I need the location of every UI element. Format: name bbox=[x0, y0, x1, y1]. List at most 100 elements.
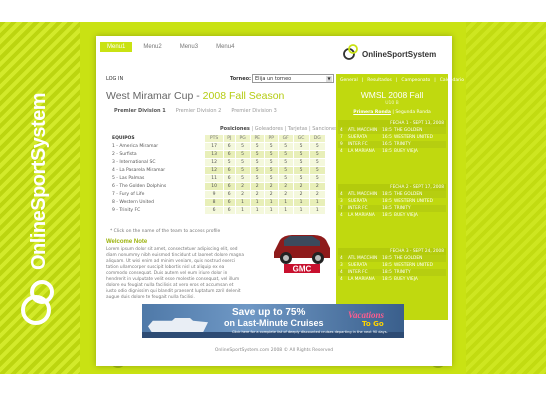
match-row[interactable]: 4 ATL MACCHIN 18:5 THE GOLDEN bbox=[338, 191, 446, 198]
match-score: 18:5 bbox=[382, 270, 392, 275]
match-row[interactable]: 4 LA MARIANA 18:5 BUEY VIEJA bbox=[338, 276, 446, 283]
nav-item-menu2[interactable]: Menu2 bbox=[136, 42, 168, 52]
tab-tarjetas[interactable]: Tarjetas bbox=[288, 126, 307, 132]
match-row[interactable]: 4 ATL MACCHIN 18:5 THE GOLDEN bbox=[338, 255, 446, 262]
side-logo-text: OnlineSportSystem bbox=[28, 92, 50, 270]
team-name-link[interactable]: 1 - America Miramar bbox=[109, 142, 206, 151]
tab-general[interactable]: General bbox=[340, 78, 358, 83]
stat-cell: 6 bbox=[222, 206, 236, 215]
team-name-link[interactable]: 9 - Trinity FC bbox=[109, 206, 206, 215]
stat-cell: 5 bbox=[263, 166, 279, 175]
team-name-link[interactable]: 7 - Fury of Life bbox=[109, 190, 206, 199]
chevron-down-icon[interactable]: ▼ bbox=[326, 76, 332, 82]
tab-division-1[interactable]: Premier Division 1 bbox=[114, 108, 166, 114]
match-row[interactable]: 3 SUERATA 18:5 WESTERN UNITED bbox=[338, 262, 446, 269]
cruise-ship-icon bbox=[148, 318, 208, 332]
match-score: 18:5 bbox=[382, 149, 392, 154]
match-row[interactable]: 7 INTER FC 18:5 TRINITY bbox=[338, 205, 446, 212]
team-name-link[interactable]: 4 - La Pasarela Miramar bbox=[109, 166, 206, 175]
tab-calendario[interactable]: Calendario bbox=[440, 78, 464, 83]
match-score: 18:5 bbox=[382, 213, 392, 218]
home-team: LA MARIANA bbox=[348, 277, 375, 282]
match-row[interactable]: 9 INTER FC 16:5 TRINITY bbox=[338, 141, 446, 148]
cruise-banner-ad[interactable]: Save up to 75% on Last-Minute Cruises Va… bbox=[142, 304, 404, 338]
team-name-link[interactable]: 8 - Western United bbox=[109, 198, 206, 207]
away-team: WESTERN UNITED bbox=[394, 199, 433, 204]
stat-cell: 5 bbox=[277, 158, 294, 167]
login-row: LOG IN Torneo: Elija un torneo ▼ bbox=[100, 74, 336, 86]
match-row[interactable]: 4 INTER FC 18:5 TRINITY bbox=[338, 269, 446, 276]
stat-cell: 5 bbox=[234, 166, 251, 175]
team-name-link[interactable]: 6 - The Golden Dolphins bbox=[109, 182, 206, 191]
match-day: 4 bbox=[340, 277, 343, 282]
table-row: 7 - Fury of Life 9 6 2 2 2 2 2 2 bbox=[109, 190, 327, 199]
stat-cell: 5 bbox=[234, 158, 251, 167]
round-header: FECHA 2 - SEPT 17, 2008 bbox=[338, 184, 446, 191]
tab-posiciones[interactable]: Posiciones bbox=[220, 126, 250, 132]
stat-cell: 1 bbox=[277, 198, 294, 207]
tab-division-2[interactable]: Premier Division 2 bbox=[176, 108, 222, 114]
stat-cell: 2 bbox=[277, 182, 294, 191]
logo-swirl-icon bbox=[21, 280, 54, 325]
stat-cell: 2 bbox=[292, 182, 310, 191]
match-day: 3 bbox=[340, 199, 343, 204]
match-row[interactable]: 4 ATL MACCHIN 18:5 THE GOLDEN bbox=[338, 127, 446, 134]
stat-cell: 5 bbox=[277, 166, 294, 175]
match-score: 18:5 bbox=[382, 277, 392, 282]
round-label: FECHA 1 - SEPT 13, 2008 bbox=[390, 121, 444, 126]
tab-goleadores[interactable]: Goleadores bbox=[255, 126, 283, 132]
match-day: 7 bbox=[340, 135, 343, 140]
gmc-logo: GMC bbox=[293, 265, 312, 274]
stat-cell: 2 bbox=[263, 182, 279, 191]
stat-cell: 5 bbox=[308, 166, 327, 175]
gmc-car-ad[interactable]: GMC bbox=[270, 226, 334, 274]
match-row[interactable]: 4 LA MARIANA 18:5 BUEY VIEJA bbox=[338, 212, 446, 219]
table-row: 6 - The Golden Dolphins 10 6 2 2 2 2 2 2 bbox=[109, 182, 327, 191]
team-name-link[interactable]: 3 - International SC bbox=[109, 158, 206, 167]
tab-primera-ronda[interactable]: Primera Ronda bbox=[353, 110, 391, 115]
match-row[interactable]: 3 SUERATA 18:5 WESTERN UNITED bbox=[338, 198, 446, 205]
match-row[interactable]: 7 SUERATA 16:5 WESTERN UNITED bbox=[338, 134, 446, 141]
nav-item-menu3[interactable]: Menu3 bbox=[173, 42, 205, 52]
away-team: THE GOLDEN bbox=[394, 256, 423, 261]
logo[interactable]: OnlineSportSystem bbox=[336, 40, 448, 64]
round-block: FECHA 2 - SEPT 17, 2008 4 ATL MACCHIN 18:5 T… bbox=[338, 184, 446, 219]
match-score: 18:5 bbox=[382, 192, 392, 197]
stat-cell: 5 bbox=[222, 158, 236, 167]
stat-cell: 1 bbox=[292, 206, 310, 215]
stat-cell: 6 bbox=[222, 182, 236, 191]
tab-campeonato[interactable]: Campeonato bbox=[401, 78, 430, 83]
nav-item-menu1[interactable]: Menu1 bbox=[100, 42, 133, 52]
division-tabs: Premier Division 1 Premier Division 2 Pr… bbox=[114, 108, 277, 114]
match-day: 4 bbox=[340, 192, 343, 197]
away-team: BUEY VIEJA bbox=[394, 277, 418, 282]
table-row: 1 - America Miramar 17 6 5 5 5 5 5 5 bbox=[109, 142, 327, 151]
banner-fine-print: Click here for a complete list of deeply… bbox=[232, 330, 388, 334]
tab-segunda-ronda[interactable]: Segunda Ronda bbox=[395, 110, 430, 115]
cup-season: 2008 Fall Season bbox=[202, 90, 285, 102]
stat-cell: 5 bbox=[292, 158, 310, 167]
stat-cell: 13 bbox=[204, 150, 224, 159]
stat-cell: 5 bbox=[263, 158, 279, 167]
banner-subheadline: on Last-Minute Cruises bbox=[224, 318, 324, 328]
tab-resultados[interactable]: Resultados bbox=[367, 78, 392, 83]
torneo-select[interactable]: Elija un torneo ▼ bbox=[252, 74, 334, 83]
banner-headline: Save up to 75% bbox=[232, 307, 306, 318]
stat-cell: 5 bbox=[308, 142, 327, 151]
home-team: ATL MACCHIN bbox=[348, 192, 378, 197]
nav-item-menu4[interactable]: Menu4 bbox=[209, 42, 241, 52]
tab-division-3[interactable]: Premier Division 3 bbox=[231, 108, 277, 114]
team-name-link[interactable]: 5 - Las Palmas bbox=[109, 174, 206, 183]
stat-cell: 17 bbox=[204, 142, 224, 151]
home-team: ATL MACCHIN bbox=[348, 128, 378, 133]
left-column: Menu1 Menu2 Menu3 Menu4 LOG IN Torneo: E… bbox=[100, 36, 338, 326]
results-subtitle: U10 B bbox=[385, 101, 399, 106]
stat-cell: 10 bbox=[204, 182, 224, 191]
login-link[interactable]: LOG IN bbox=[106, 76, 123, 82]
stat-cell: 5 bbox=[234, 142, 251, 151]
team-name-link[interactable]: 2 - Surfista bbox=[109, 150, 206, 159]
stat-cell: 5 bbox=[308, 158, 327, 167]
stat-cell: 5 bbox=[292, 150, 310, 159]
match-row[interactable]: 4 LA MARIANA 18:5 BUEY VIEJA bbox=[338, 148, 446, 155]
tab-sanciones[interactable]: Sanciones bbox=[312, 126, 337, 132]
